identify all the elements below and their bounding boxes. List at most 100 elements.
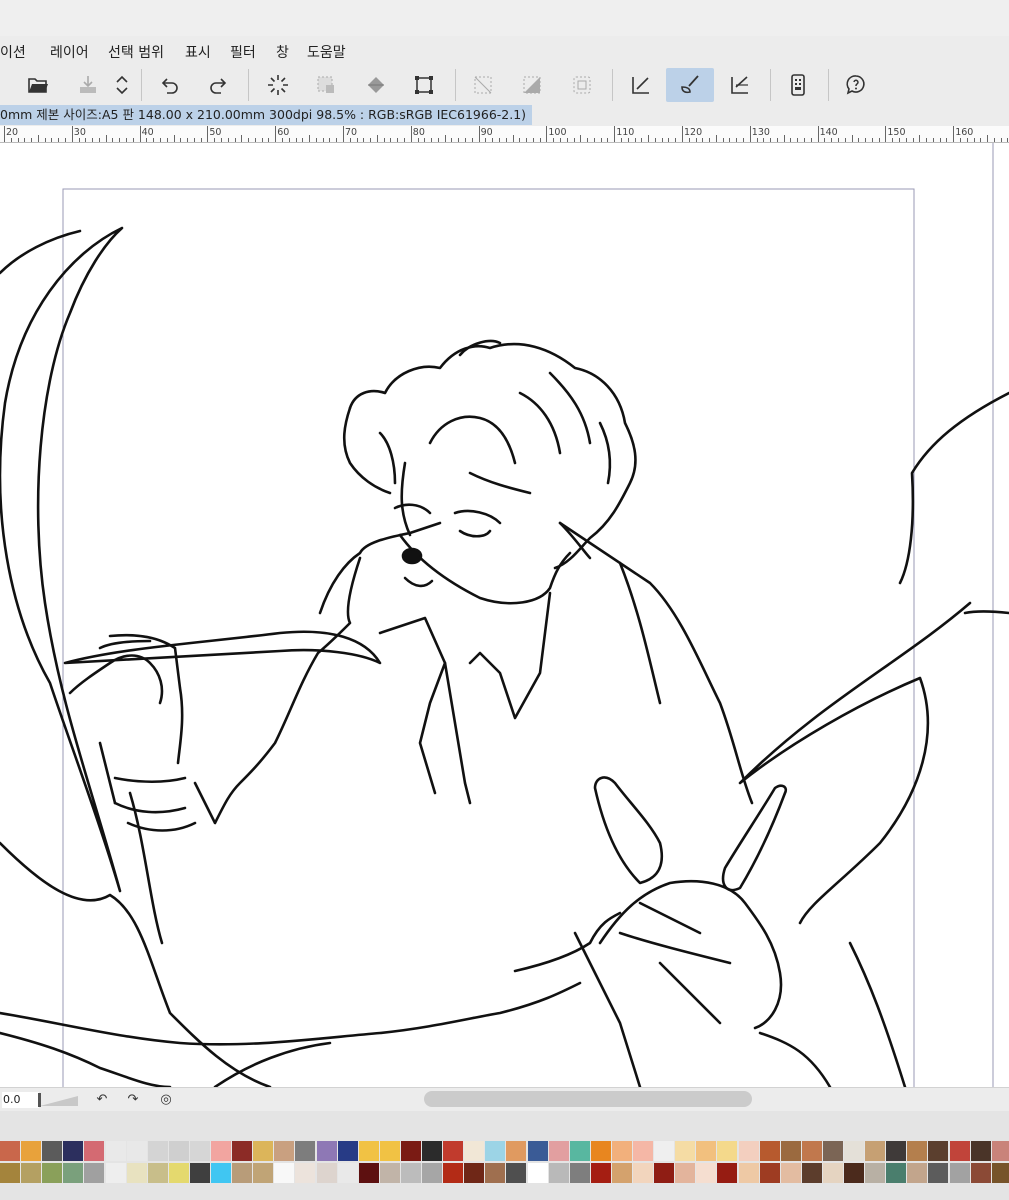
color-swatch[interactable] <box>633 1163 653 1183</box>
color-swatch[interactable] <box>527 1141 548 1161</box>
color-swatch[interactable] <box>696 1141 717 1161</box>
selection-border-button[interactable] <box>560 68 604 102</box>
rotate-right-icon[interactable]: ↷ <box>124 1091 142 1109</box>
color-swatch[interactable] <box>379 1163 400 1183</box>
help-button[interactable] <box>834 68 878 102</box>
color-swatch[interactable] <box>147 1141 168 1161</box>
horizontal-scrollbar[interactable] <box>424 1091 752 1107</box>
color-swatch[interactable] <box>696 1163 717 1183</box>
color-swatch[interactable] <box>358 1163 379 1183</box>
color-swatch[interactable] <box>759 1163 780 1183</box>
color-swatch[interactable] <box>506 1163 527 1183</box>
color-swatch[interactable] <box>485 1163 506 1183</box>
color-swatch[interactable] <box>126 1141 147 1161</box>
clear-button[interactable] <box>256 68 300 102</box>
color-swatch[interactable] <box>886 1163 907 1183</box>
color-swatch[interactable] <box>443 1163 464 1183</box>
fill-button[interactable] <box>354 68 398 102</box>
color-swatch[interactable] <box>738 1141 759 1161</box>
color-swatch[interactable] <box>253 1141 274 1161</box>
deselect-button[interactable] <box>461 68 505 102</box>
color-swatch[interactable] <box>147 1163 168 1183</box>
color-swatch[interactable] <box>84 1141 105 1161</box>
color-swatch[interactable] <box>168 1141 189 1161</box>
color-swatch[interactable] <box>42 1141 63 1161</box>
color-swatch[interactable] <box>991 1141 1009 1161</box>
color-swatch[interactable] <box>569 1141 590 1161</box>
selection-transform-button[interactable] <box>304 68 348 102</box>
drawing-canvas[interactable] <box>0 143 1009 1087</box>
color-swatch[interactable] <box>970 1163 991 1183</box>
color-swatch[interactable] <box>105 1163 126 1183</box>
zoom-value-field[interactable]: 0.0 <box>2 1092 39 1108</box>
color-swatch[interactable] <box>654 1163 675 1183</box>
color-swatch[interactable] <box>295 1141 316 1161</box>
color-swatch[interactable] <box>358 1141 379 1161</box>
color-swatch[interactable] <box>422 1163 442 1183</box>
menu-help[interactable]: 도움말 <box>307 42 346 62</box>
color-swatch[interactable] <box>400 1141 421 1161</box>
color-swatch[interactable] <box>569 1163 590 1183</box>
color-swatch[interactable] <box>590 1141 611 1161</box>
color-swatch[interactable] <box>865 1141 886 1161</box>
color-swatch[interactable] <box>844 1163 864 1183</box>
color-swatch[interactable] <box>168 1163 189 1183</box>
color-swatch[interactable] <box>907 1163 928 1183</box>
correct-line-button[interactable] <box>718 68 762 102</box>
color-swatch[interactable] <box>738 1163 759 1183</box>
color-swatch[interactable] <box>822 1141 843 1161</box>
color-swatch[interactable] <box>949 1163 970 1183</box>
menu-filter[interactable]: 필터 <box>230 42 256 62</box>
menu-animation[interactable]: 이션 <box>0 42 26 62</box>
color-swatch[interactable] <box>316 1163 337 1183</box>
color-swatch[interactable] <box>464 1163 485 1183</box>
color-swatch[interactable] <box>0 1141 20 1161</box>
color-swatch[interactable] <box>63 1163 84 1183</box>
redo-button[interactable] <box>196 68 240 102</box>
color-swatch[interactable] <box>654 1141 675 1161</box>
color-swatch[interactable] <box>780 1141 801 1161</box>
color-swatch[interactable] <box>189 1163 210 1183</box>
color-swatch[interactable] <box>232 1163 253 1183</box>
color-swatch[interactable] <box>274 1163 295 1183</box>
color-swatch[interactable] <box>928 1163 949 1183</box>
color-swatch[interactable] <box>717 1163 738 1183</box>
menu-view[interactable]: 표시 <box>185 42 211 62</box>
color-swatch[interactable] <box>337 1163 358 1183</box>
color-swatch[interactable] <box>274 1141 295 1161</box>
color-swatch[interactable] <box>21 1163 42 1183</box>
color-swatch[interactable] <box>527 1163 548 1183</box>
color-swatch[interactable] <box>485 1141 506 1161</box>
color-swatch[interactable] <box>211 1163 231 1183</box>
color-swatch[interactable] <box>21 1141 42 1161</box>
color-swatch[interactable] <box>801 1163 822 1183</box>
brush-tool-button[interactable] <box>666 68 714 102</box>
color-swatch[interactable] <box>991 1163 1009 1183</box>
color-swatch[interactable] <box>865 1163 886 1183</box>
menu-window[interactable]: 창 <box>276 42 289 62</box>
color-swatch[interactable] <box>232 1141 253 1161</box>
color-swatch[interactable] <box>548 1141 569 1161</box>
zoom-slider[interactable] <box>38 1092 80 1108</box>
color-swatch[interactable] <box>253 1163 274 1183</box>
menu-selection[interactable]: 선택 범위 <box>108 42 164 62</box>
color-swatch[interactable] <box>822 1163 843 1183</box>
color-swatch[interactable] <box>611 1163 632 1183</box>
scroll-button[interactable] <box>102 68 142 102</box>
color-swatch[interactable] <box>126 1163 147 1183</box>
rotate-left-icon[interactable]: ↶ <box>93 1091 111 1109</box>
color-swatch[interactable] <box>844 1141 864 1161</box>
color-swatch[interactable] <box>316 1141 337 1161</box>
color-swatch[interactable] <box>189 1141 210 1161</box>
ruler-button[interactable] <box>619 68 663 102</box>
color-swatch[interactable] <box>886 1141 907 1161</box>
color-swatch[interactable] <box>590 1163 611 1183</box>
color-swatch[interactable] <box>211 1141 231 1161</box>
color-swatch[interactable] <box>675 1141 696 1161</box>
color-swatch[interactable] <box>63 1141 84 1161</box>
color-swatch[interactable] <box>295 1163 316 1183</box>
color-swatch[interactable] <box>400 1163 421 1183</box>
color-swatch[interactable] <box>970 1141 991 1161</box>
menu-layer[interactable]: 레이어 <box>50 42 89 62</box>
color-swatch[interactable] <box>949 1141 970 1161</box>
